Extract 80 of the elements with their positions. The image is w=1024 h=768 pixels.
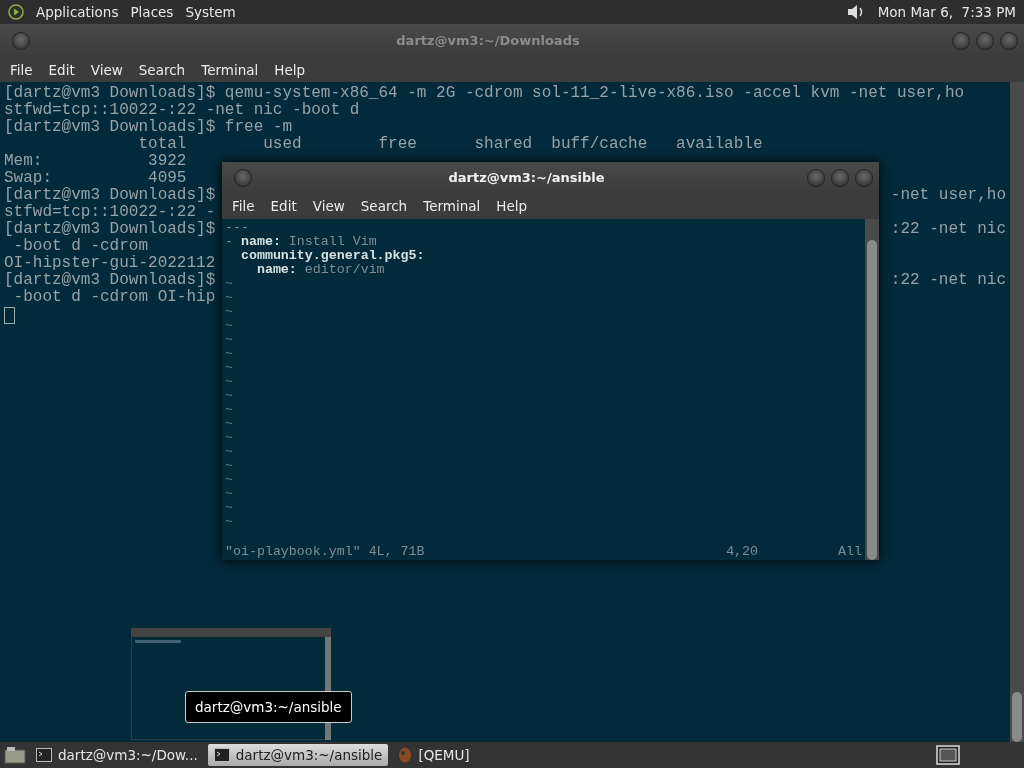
window-menu-button[interactable] — [234, 168, 252, 187]
code-line: name: editor/vim — [255, 263, 386, 277]
window-title: dartz@vm3:~/Downloads — [395, 33, 581, 48]
empty-line-marker: ~ — [225, 501, 234, 515]
menu-item[interactable]: File — [2, 61, 41, 78]
terminal-line: Swap: 4095 — [4, 170, 187, 187]
menu-item[interactable]: Edit — [40, 61, 83, 78]
empty-line-marker: ~ — [225, 431, 234, 445]
clock[interactable]: Mon Mar 6, 7:33 PM — [877, 4, 1016, 20]
empty-line-marker: ~ — [225, 417, 234, 431]
empty-line-marker: ~ — [225, 473, 234, 487]
window-control-button[interactable] — [1000, 31, 1018, 50]
window-control-button[interactable] — [952, 31, 970, 50]
terminal-icon — [36, 748, 52, 762]
empty-line-marker: ~ — [225, 445, 234, 459]
terminal-line: -boot d -cdrom — [12, 238, 149, 255]
terminal-line: [dartz@vm3 Downloads]$ qemu-system-x86_64 -m 2G -cdrom sol-11_2-live-x86.iso -accel kvm -net user,ho — [4, 85, 965, 102]
window-title: dartz@vm3:~/ansible — [447, 170, 606, 185]
text-cursor — [4, 307, 15, 324]
menu-item[interactable]: Search — [130, 61, 194, 78]
terminal-line: -net user,ho — [890, 187, 1007, 204]
logo-icon[interactable] — [8, 4, 24, 20]
empty-line-marker: ~ — [225, 305, 234, 319]
terminal-line: [dartz@vm3 Downloads]$ — [4, 187, 216, 204]
scrollbar[interactable] — [1010, 82, 1024, 742]
menu-item[interactable]: Help — [488, 198, 536, 214]
terminal-line: Mem: 3922 — [4, 153, 187, 170]
empty-line-marker: ~ — [225, 319, 234, 333]
app-icon — [398, 747, 413, 763]
menu-item[interactable]: View — [304, 198, 353, 214]
empty-line-marker: ~ — [225, 459, 234, 473]
terminal-line: :22 -net nic — [890, 272, 1007, 289]
terminal-line: -boot d -cdrom OI-hip — [12, 289, 216, 306]
panel-menu[interactable]: Places — [130, 4, 174, 20]
panel-menu[interactable]: Applications — [36, 4, 119, 20]
empty-line-marker: ~ — [225, 333, 234, 347]
window-control-button[interactable] — [831, 168, 849, 187]
code-line: community.general.pkg5: — [239, 249, 426, 263]
empty-line-marker: ~ — [225, 487, 234, 501]
terminal-line: OI-hipster-gui-2022112 — [4, 255, 216, 272]
menu-item[interactable]: View — [82, 61, 131, 78]
show-desktop-icon[interactable] — [4, 746, 26, 764]
code-line: - name: Install Vim — [225, 235, 378, 249]
menu-item[interactable]: Help — [266, 61, 314, 78]
window-menu-button[interactable] — [12, 31, 30, 50]
status-position: 4,20 — [726, 544, 759, 559]
code-line: --- — [225, 221, 250, 235]
window-control-button[interactable] — [976, 31, 994, 50]
terminal-icon — [213, 748, 230, 762]
empty-line-marker: ~ — [225, 515, 234, 529]
workspace-switcher-icon[interactable] — [936, 745, 960, 765]
window-control-button[interactable] — [855, 168, 873, 187]
tooltip: dartz@vm3:~/ansible — [185, 691, 352, 723]
terminal-line: [dartz@vm3 Downloads]$ — [4, 221, 216, 238]
empty-line-marker: ~ — [225, 347, 234, 361]
terminal-line: stfwd=tcp::10022-:22 -net nic -boot d — [4, 102, 360, 119]
status-scroll: All — [838, 544, 862, 559]
terminal-line: total used free shared buff/cache available — [137, 136, 763, 153]
terminal-line: stfwd=tcp::10022-:22 - — [4, 204, 216, 221]
empty-line-marker: ~ — [225, 389, 234, 403]
taskbar-button[interactable]: [QEMU] — [392, 744, 476, 766]
empty-line-marker: ~ — [225, 403, 234, 417]
status-file: "oi-playbook.yml" 4L, 71B — [225, 544, 425, 559]
menu-item[interactable]: Terminal — [193, 61, 267, 78]
taskbar-button[interactable]: dartz@vm3:~/ansible — [207, 744, 389, 766]
window-control-button[interactable] — [807, 168, 825, 187]
panel-menu[interactable]: System — [185, 4, 236, 20]
empty-line-marker: ~ — [225, 291, 234, 305]
empty-line-marker: ~ — [225, 375, 234, 389]
menu-item[interactable]: Edit — [262, 198, 305, 214]
scrollbar[interactable] — [865, 219, 879, 560]
terminal-line: [dartz@vm3 Downloads]$ — [4, 272, 216, 289]
menu-item[interactable]: File — [224, 198, 263, 214]
terminal-line: [dartz@vm3 Downloads]$ free -m — [4, 119, 293, 136]
taskbar-button[interactable]: dartz@vm3:~/Dow... — [30, 744, 204, 766]
menu-item[interactable]: Terminal — [415, 198, 489, 214]
terminal-line: :22 -net nic — [890, 221, 1007, 238]
empty-line-marker: ~ — [225, 361, 234, 375]
menu-item[interactable]: Search — [352, 198, 416, 214]
empty-line-marker: ~ — [225, 277, 234, 291]
